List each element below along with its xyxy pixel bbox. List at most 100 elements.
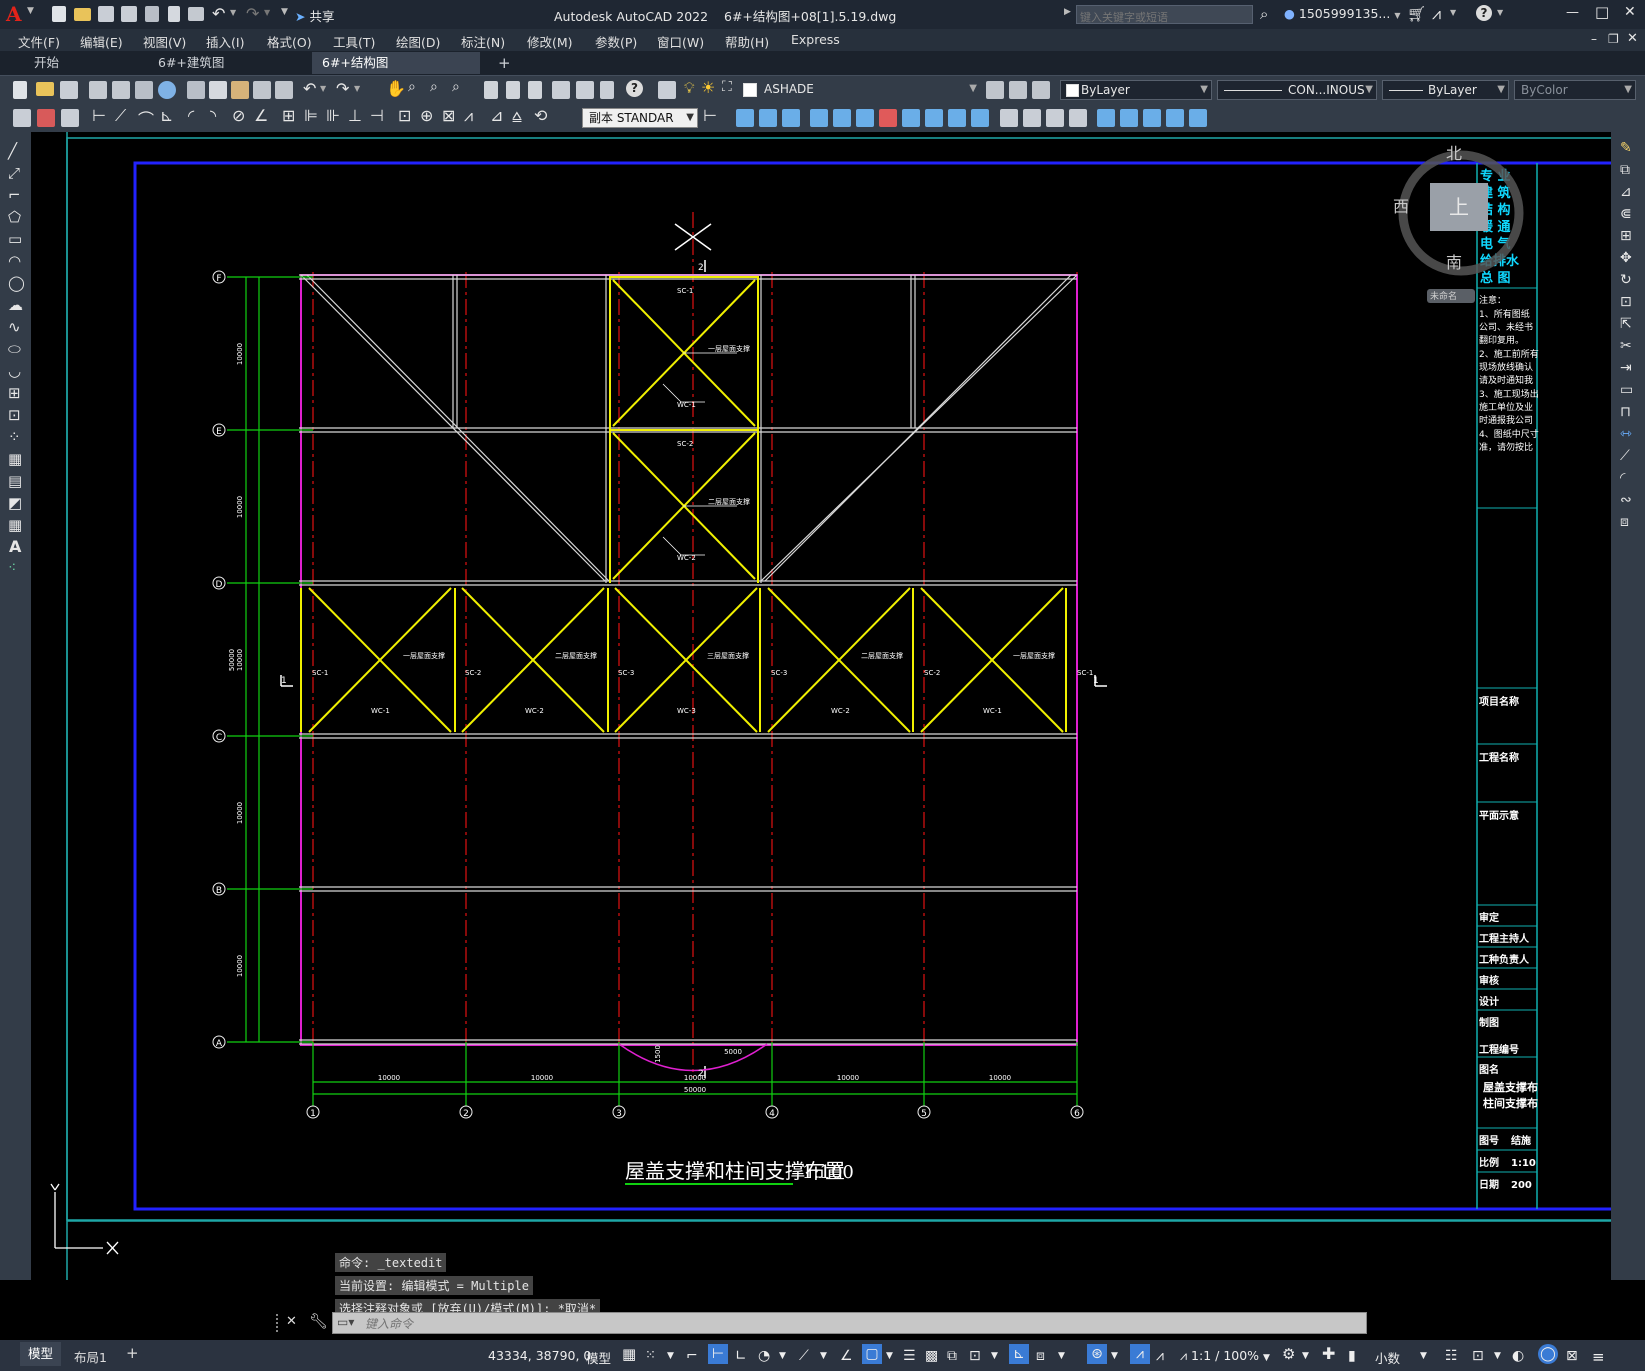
trim-icon[interactable]: ✂ (1620, 338, 1632, 354)
coordinates-readout[interactable]: 43334, 38790, 0 (488, 1348, 591, 1363)
circle-icon[interactable]: ◯ (8, 274, 25, 292)
dim-angular-icon[interactable]: ∠ (254, 106, 268, 125)
dim-baseline-icon[interactable]: ⊫ (304, 106, 318, 125)
zoom-realtime-icon[interactable]: ⌕ (408, 79, 416, 95)
erase-icon[interactable]: ✎ (1620, 140, 1632, 156)
annotation-scale-readout[interactable]: ⩘ 1:1 / 100% ▼ (1180, 1348, 1270, 1364)
rectangle-icon[interactable]: ▭ (8, 230, 22, 248)
doc-restore-button[interactable]: ❐ (1608, 32, 1619, 46)
add-selected-icon[interactable]: ⁖ (8, 560, 16, 576)
units-readout[interactable]: 小数 (1375, 1348, 1400, 1367)
line-icon[interactable]: ╱ (8, 142, 17, 160)
object-snap-dropdown-icon[interactable]: ▼ (886, 1351, 893, 1361)
customization-icon[interactable]: ≡ (1592, 1348, 1605, 1366)
object-snap-icon[interactable]: ▢ (862, 1344, 882, 1364)
table-icon[interactable]: ▦ (8, 516, 22, 534)
menu-file[interactable]: 文件(F) (18, 32, 60, 51)
pan-icon[interactable]: ✋ (386, 79, 406, 98)
text-edit-icon[interactable] (13, 109, 31, 127)
drawing-canvas[interactable]: SC-1 一层屋面支撑 WC-1 SC-2 二层屋面支撑 WC-2 SC-1 一… (31, 132, 1611, 1280)
layer-dropdown[interactable]: ASHADE ▼ (758, 80, 980, 100)
maximize-button[interactable]: □ (1595, 3, 1609, 21)
offset-icon[interactable]: ⋐ (1620, 206, 1632, 222)
menu-express[interactable]: Express (791, 32, 840, 47)
search-box[interactable] (1076, 5, 1253, 26)
doc-close-button[interactable]: ✕ (1627, 31, 1638, 46)
block-editor-icon[interactable] (275, 81, 293, 99)
blend-curves-icon[interactable]: ∾ (1620, 492, 1632, 508)
transparency-icon[interactable]: ▩ (925, 1348, 938, 1364)
menu-modify[interactable]: 修改(M) (527, 32, 573, 51)
drawing-svg[interactable]: SC-1 一层屋面支撑 WC-1 SC-2 二层屋面支撑 WC-2 SC-1 一… (31, 132, 1611, 1280)
trim-icon[interactable] (948, 109, 966, 127)
user-account-button[interactable]: ● 1505999135... ▼ (1284, 6, 1401, 21)
menu-insert[interactable]: 插入(I) (206, 32, 244, 51)
tab-structure-drawing[interactable]: 6#+结构图+08[1].5.19*✕ (312, 52, 480, 92)
move-icon[interactable] (736, 109, 754, 127)
construction-line-icon[interactable]: ⤢ (8, 164, 20, 182)
sheet-set-icon[interactable] (552, 81, 570, 99)
layer-previous-icon[interactable] (1009, 81, 1027, 99)
dim-override-icon[interactable]: ⊢ (703, 106, 717, 125)
help-icon[interactable]: ? (626, 80, 643, 97)
ellipse-arc-icon[interactable]: ◡ (8, 362, 21, 380)
command-input-box[interactable]: ▭▾ (332, 1312, 1367, 1334)
redo-dropdown-icon[interactable]: ▼ (264, 8, 270, 17)
color-dropdown[interactable]: ByLayer ▼ (1060, 80, 1212, 100)
redo-dropdown-icon[interactable]: ▼ (354, 84, 360, 93)
dim-radius-icon[interactable]: ◜ (188, 106, 194, 125)
open-icon[interactable] (36, 82, 54, 96)
snap-dropdown-icon[interactable]: ▼ (667, 1351, 674, 1361)
make-current-layer-icon[interactable] (986, 81, 1004, 99)
tab-layout1[interactable]: 布局1 (74, 1347, 107, 1366)
annotation-visibility-icon[interactable]: ⩘ (1130, 1344, 1150, 1364)
close-button[interactable]: ✕ (1624, 4, 1636, 20)
cut-icon[interactable] (187, 81, 205, 99)
dim-aligned-icon[interactable]: ⟋ (115, 106, 126, 126)
help-dropdown-icon[interactable]: ▼ (1497, 8, 1503, 17)
tab-start[interactable]: 开始 (24, 52, 144, 74)
make-block-icon[interactable]: ⊡ (8, 406, 21, 424)
hatch-icon[interactable]: ▦ (8, 450, 22, 468)
open-file-icon[interactable] (74, 8, 91, 21)
properties-icon[interactable] (484, 81, 498, 99)
plot-icon[interactable] (188, 7, 204, 21)
array-icon[interactable] (856, 109, 874, 127)
customize-qat-icon[interactable]: ▼ (281, 7, 288, 17)
arc-icon[interactable]: ◠ (8, 252, 21, 270)
dim-break-icon[interactable]: ⊣ (370, 106, 384, 125)
menu-help[interactable]: 帮助(H) (725, 32, 769, 51)
copy-icon[interactable] (209, 81, 227, 99)
stretch-icon[interactable]: ⇱ (1620, 316, 1632, 332)
extend-icon[interactable]: ⇥ (1620, 360, 1632, 376)
mirror-icon[interactable]: ⊿ (1620, 184, 1632, 200)
menu-view[interactable]: 视图(V) (143, 32, 186, 51)
search-icon[interactable]: ⌕ (1260, 5, 1268, 23)
menu-dimension[interactable]: 标注(N) (461, 32, 505, 51)
hardware-acceleration-icon[interactable]: ◯ (1538, 1344, 1558, 1364)
export-icon[interactable] (168, 6, 180, 22)
dim-jogged-icon[interactable]: ◝ (210, 106, 216, 125)
workspace-dropdown-icon[interactable]: ▼ (1302, 1351, 1309, 1361)
add-layout-button[interactable]: + (126, 1344, 139, 1362)
revcloud-icon[interactable]: ☁︎ (8, 296, 23, 314)
search-input[interactable] (1077, 9, 1253, 26)
dim-update-icon[interactable]: ⟲ (534, 106, 547, 125)
redo-icon[interactable]: ↷ (246, 4, 259, 23)
cart-icon[interactable]: 🛒︎ (1407, 5, 1426, 23)
polygon-icon[interactable]: ⬠ (8, 208, 21, 226)
extend-icon[interactable] (971, 109, 989, 127)
units-icon[interactable]: ▮ (1348, 1348, 1356, 1364)
isodraft-icon[interactable]: ⟋ (799, 1348, 809, 1364)
app-menu-dropdown-icon[interactable]: ▼ (27, 6, 34, 16)
tab-model[interactable]: 模型 (20, 1342, 62, 1366)
move-icon[interactable]: ✥ (1620, 250, 1632, 266)
dim-text-edit-icon[interactable]: ⩠ (512, 106, 522, 126)
undo-dropdown-icon[interactable]: ▼ (230, 8, 236, 17)
compass-south[interactable]: 南 (1446, 253, 1462, 272)
join-icon[interactable]: ⇿ (1620, 426, 1632, 442)
plotstyle-dropdown[interactable]: ByColor ▼ (1514, 80, 1636, 100)
explode-icon[interactable]: ⧈ (1620, 514, 1629, 530)
text-style-dropdown[interactable]: 副本 STANDAR ▼ (582, 108, 698, 128)
command-close-icon[interactable]: ✕ (286, 1314, 297, 1329)
